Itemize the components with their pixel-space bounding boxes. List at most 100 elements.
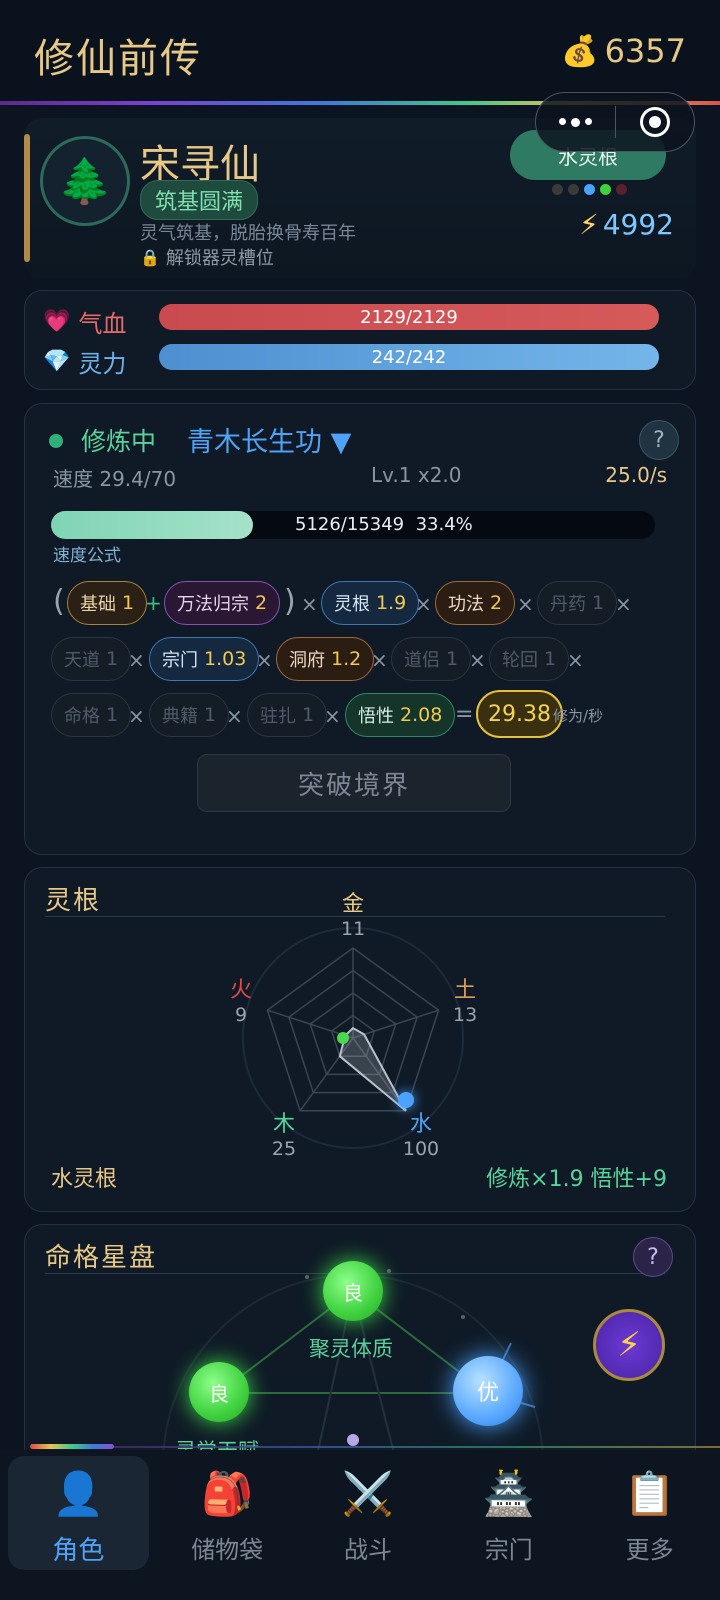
plus-operator: + [145, 591, 162, 615]
clipboard-icon: 📋 [623, 1469, 676, 1518]
lock-icon: 🔒 [140, 247, 160, 267]
equals-operator: = [455, 702, 474, 727]
unlock-text: 解锁器灵槽位 [165, 248, 274, 269]
metal-element: 金 11 [341, 892, 366, 940]
unlock-hint[interactable]: 🔒 解锁器灵槽位 [140, 244, 274, 270]
power-value: 4992 [602, 208, 674, 241]
nav-label: 角色 [52, 1536, 105, 1566]
factor-pill[interactable]: 灵根 1.9 [321, 581, 420, 625]
nav-label: 宗门 [484, 1536, 533, 1564]
more-dots-icon [558, 117, 592, 127]
diamond-icon: 💎 [43, 349, 71, 374]
factor-pill[interactable]: 基础 1 [67, 581, 148, 625]
speed-label: 速度 29.4/70 [53, 467, 177, 491]
times-operator: × [615, 592, 632, 616]
root-dot [584, 184, 595, 195]
paren-open: ( [53, 584, 65, 619]
progress-text: 5126/15349 33.4% [295, 514, 473, 535]
root-indicator-dots [552, 184, 627, 195]
coin-counter: 💰 6357 [561, 32, 686, 70]
root-dot [616, 184, 627, 195]
wood-point [337, 1032, 349, 1044]
cultivation-status: 修炼中 [81, 427, 157, 456]
factor-pill[interactable]: 命格 1 [51, 693, 132, 737]
breakthrough-button[interactable]: 突破境界 [197, 754, 511, 812]
factor-pill[interactable]: 功法 2 [435, 581, 516, 625]
times-operator: × [256, 648, 273, 672]
destiny-card: 命格星盘 ? 良 聚灵体质 良 灵觉天赋 优 ⚡ [24, 1224, 696, 1464]
close-button[interactable] [616, 93, 695, 151]
factor-pill[interactable]: 轮回 1 [489, 637, 570, 681]
cultivation-card: 修炼中 青木长生功 ▼ ? 速度 29.4/70 Lv.1 x2.0 25.0/… [24, 403, 696, 855]
water-element: 水 100 [402, 1112, 440, 1160]
times-operator: × [469, 648, 486, 672]
factor-pill[interactable]: 悟性 2.08 [345, 693, 456, 737]
realm-description: 灵气筑基，脱胎换骨寿百年 [140, 223, 356, 244]
destiny-node[interactable]: 优 [453, 1356, 523, 1426]
times-operator: × [415, 592, 432, 616]
spirit-root-name: 水灵根 [51, 1167, 118, 1192]
more-button[interactable] [536, 93, 615, 151]
nav-divider [114, 1446, 720, 1448]
nav-label: 更多 [625, 1536, 674, 1564]
times-operator: × [517, 592, 534, 616]
formula-label: 速度公式 [53, 546, 121, 566]
vitals-card: 💗 气血 2129/2129 💎 灵力 242/242 [24, 290, 696, 390]
times-operator: × [324, 704, 341, 728]
nav-item-inventory[interactable]: 🎒 储物袋 [157, 1450, 298, 1600]
lightning-icon: ⚡ [579, 208, 599, 241]
cultivation-progress: 5126/15349 33.4% [51, 511, 655, 539]
times-operator: × [128, 648, 145, 672]
lightning-icon: ⚡ [617, 1325, 641, 1365]
money-bag-icon: 💰 [561, 33, 599, 69]
avatar[interactable]: 🌲 [40, 136, 130, 226]
help-button[interactable]: ? [639, 420, 679, 460]
factor-pill[interactable]: 洞府 1.2 [276, 637, 375, 681]
factor-pill[interactable]: 驻扎 1 [247, 693, 328, 737]
nav-item-battle[interactable]: ⚔️ 战斗 [298, 1450, 439, 1600]
root-dot [568, 184, 579, 195]
miniprogram-capsule [535, 92, 695, 152]
factor-pill[interactable]: 万法归宗 2 [164, 581, 281, 625]
spirit-root-card: 灵根 金 11 土 13 水 100 木 25 火 9 水灵根 修炼×1.9 悟… [24, 867, 696, 1212]
times-operator: × [128, 704, 145, 728]
destiny-node[interactable]: 良 [323, 1261, 383, 1321]
factor-pill[interactable]: 丹药 1 [537, 581, 618, 625]
destiny-node[interactable]: 良 [189, 1362, 249, 1422]
times-operator: × [567, 648, 584, 672]
technique-selector[interactable]: 青木长生功 ▼ [187, 420, 351, 459]
heart-icon: 💗 [43, 309, 71, 334]
spirit-root-bonus: 修炼×1.9 悟性+9 [486, 1167, 667, 1192]
status-indicator [49, 434, 63, 448]
nav-item-sect[interactable]: 🏯 宗门 [438, 1450, 579, 1600]
factor-pill[interactable]: 典籍 1 [149, 693, 230, 737]
lightning-button[interactable]: ⚡ [593, 1309, 665, 1381]
combat-power: ⚡ 4992 [579, 208, 674, 241]
hp-bar: 2129/2129 [159, 304, 659, 330]
radar-value-shape [338, 1026, 407, 1112]
times-operator: × [371, 648, 388, 672]
factor-pill[interactable]: 道侣 1 [391, 637, 472, 681]
nav-label: 储物袋 [191, 1536, 264, 1564]
person-icon: 👤 [52, 1469, 105, 1518]
nav-item-more[interactable]: 📋 更多 [579, 1450, 720, 1600]
mp-bar: 242/242 [159, 344, 659, 370]
factor-pill[interactable]: 宗门 1.03 [149, 637, 260, 681]
hp-label: 气血 [78, 310, 127, 338]
backpack-icon: 🎒 [201, 1469, 254, 1518]
castle-icon: 🏯 [482, 1469, 535, 1518]
target-circle-icon [639, 107, 670, 137]
progress-fill [51, 511, 253, 539]
nav-item-character[interactable]: 👤 角色 [8, 1456, 149, 1570]
top-bar: 修仙前传 💰 6357 [0, 0, 720, 104]
mp-row: 💎 灵力 [43, 344, 126, 379]
accent-bar [24, 134, 30, 262]
result-unit: 修为/秒 [553, 707, 604, 725]
root-dot [552, 184, 563, 195]
realm-badge: 筑基圆满 [140, 180, 259, 220]
nav-indicator [30, 1444, 114, 1449]
factor-pill[interactable]: 天道 1 [51, 637, 132, 681]
cultivation-rate: 25.0/s [605, 463, 667, 487]
destiny-node-label: 聚灵体质 [309, 1337, 393, 1361]
wood-element: 木 25 [271, 1112, 297, 1160]
